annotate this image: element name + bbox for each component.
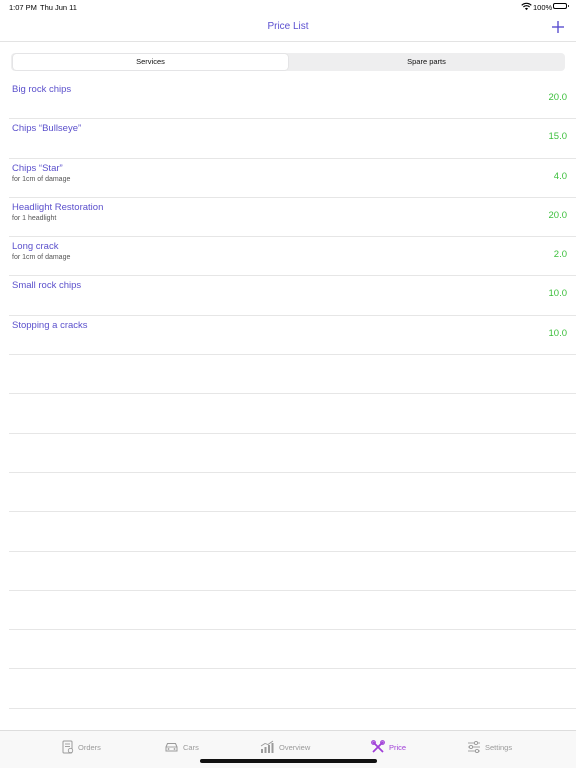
item-name: Long crack (12, 241, 59, 253)
tab-price-label: Price (389, 742, 407, 752)
empty-row (9, 512, 576, 552)
page-title: Price List (267, 21, 309, 32)
item-subtitle: for 1cm of damage (12, 175, 71, 183)
list-item[interactable]: Chips “Star” for 1cm of damage 4.0 (9, 159, 576, 198)
price-list: Big rock chips 20.0 Chips “Bullseye” 15.… (0, 80, 576, 730)
tab-cars[interactable]: Cars (164, 739, 199, 755)
empty-row (9, 473, 576, 513)
list-item[interactable]: Chips “Bullseye” 15.0 (9, 119, 576, 159)
navigation-bar: Price List (0, 14, 576, 42)
item-price: 20.0 (548, 209, 568, 221)
empty-row (9, 669, 576, 709)
item-name: Chips “Bullseye” (12, 123, 82, 135)
item-price: 2.0 (553, 249, 567, 261)
wifi-icon (521, 2, 532, 11)
segmented-control: Services Spare parts (11, 53, 565, 71)
item-name: Headlight Restoration (12, 201, 104, 213)
item-price: 15.0 (548, 131, 568, 143)
empty-row (9, 552, 576, 591)
tab-price[interactable]: Price (371, 739, 406, 755)
chart-icon (260, 740, 274, 753)
item-name: Small rock chips (12, 280, 82, 292)
tab-cars-label: Cars (183, 742, 199, 752)
status-time: 1:07 PM (9, 3, 37, 12)
list-item[interactable]: Stopping a cracks 10.0 (9, 316, 576, 356)
segment-services[interactable]: Services (13, 54, 288, 70)
list-item[interactable]: Big rock chips 20.0 (9, 80, 576, 120)
item-price: 20.0 (548, 92, 568, 103)
battery-icon (553, 3, 569, 9)
segment-spare-parts[interactable]: Spare parts (289, 54, 564, 70)
empty-row (9, 591, 576, 631)
list-item[interactable]: Long crack for 1cm of damage 2.0 (9, 237, 576, 277)
status-date: Thu Jun 11 (40, 3, 77, 12)
tools-icon (371, 740, 385, 753)
tab-overview[interactable]: Overview (260, 739, 310, 755)
empty-row (9, 434, 576, 473)
empty-row (9, 355, 576, 395)
status-bar: 1:07 PM Thu Jun 11 100% (0, 0, 576, 14)
item-name: Stopping a cracks (12, 319, 88, 331)
car-icon (165, 743, 178, 752)
item-name: Big rock chips (12, 84, 72, 95)
tab-orders[interactable]: Orders (62, 739, 101, 755)
empty-row (9, 394, 576, 434)
sliders-icon (468, 741, 480, 753)
home-indicator (200, 759, 377, 763)
battery-percent: 100% (533, 3, 553, 12)
item-price: 10.0 (548, 288, 568, 300)
tab-orders-label: Orders (78, 742, 101, 752)
item-price: 10.0 (548, 327, 568, 339)
list-item[interactable]: Headlight Restoration for 1 headlight 20… (9, 198, 576, 238)
item-subtitle: for 1cm of damage (12, 254, 71, 262)
orders-icon (62, 740, 74, 754)
item-name: Chips “Star” (12, 162, 63, 174)
tab-settings[interactable]: Settings (467, 739, 512, 755)
item-price: 4.0 (553, 170, 567, 182)
empty-row (9, 630, 576, 670)
tab-settings-label: Settings (485, 742, 513, 752)
list-item[interactable]: Small rock chips 10.0 (9, 276, 576, 316)
item-subtitle: for 1 headlight (12, 214, 57, 222)
plus-icon[interactable] (551, 20, 565, 34)
tab-overview-label: Overview (279, 742, 311, 752)
